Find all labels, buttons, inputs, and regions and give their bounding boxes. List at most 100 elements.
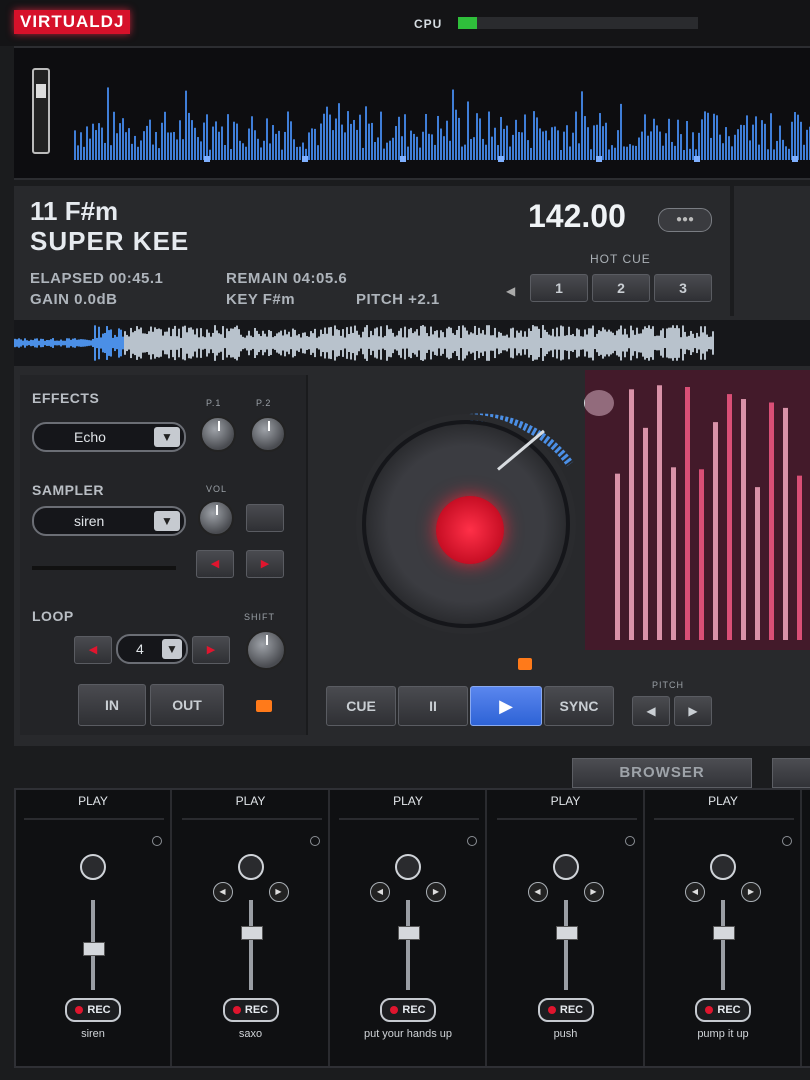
overview-slider-knob[interactable] bbox=[36, 84, 46, 98]
power-icon[interactable] bbox=[552, 854, 579, 880]
play-button[interactable]: ▶ bbox=[470, 686, 542, 726]
effect-param1-knob[interactable] bbox=[200, 416, 236, 452]
overview-wave-bar bbox=[311, 128, 313, 160]
slot-prev-icon[interactable]: ◀ bbox=[370, 882, 390, 902]
hot-cue-1-button[interactable]: 1 bbox=[530, 274, 588, 302]
track-wave-bar bbox=[108, 330, 110, 356]
slot-prev-icon[interactable]: ◀ bbox=[527, 882, 548, 902]
track-wave-bar bbox=[558, 336, 560, 350]
loop-double-button[interactable]: ▶ bbox=[192, 636, 230, 664]
bpm-tap-button[interactable]: ●●● bbox=[658, 208, 712, 232]
power-icon[interactable] bbox=[710, 854, 736, 880]
overview-wave-bar bbox=[506, 125, 508, 160]
lock-icon[interactable] bbox=[256, 700, 272, 712]
overview-wave-bar bbox=[686, 121, 688, 160]
slot-rec-button[interactable]: REC bbox=[695, 998, 751, 1022]
jog-center-platter[interactable] bbox=[436, 496, 504, 564]
hot-cue-prev-icon[interactable]: ◀ bbox=[506, 284, 515, 298]
track-wave-bar bbox=[244, 337, 246, 349]
overview-volume-slider[interactable] bbox=[32, 68, 50, 154]
overview-wave-bar bbox=[677, 119, 679, 160]
lock-icon[interactable] bbox=[518, 658, 532, 670]
track-wave-bar bbox=[324, 327, 326, 359]
overview-wave-bar bbox=[116, 133, 118, 160]
track-wave-bar bbox=[480, 333, 482, 353]
slot-options-icon[interactable] bbox=[624, 836, 635, 846]
slot-next-icon[interactable]: ▶ bbox=[426, 882, 446, 902]
sync-button[interactable]: SYNC bbox=[544, 686, 614, 726]
slot-next-icon[interactable]: ▶ bbox=[268, 882, 289, 902]
browser-button[interactable]: BROWSER bbox=[572, 758, 752, 788]
slot-play-button[interactable]: PLAY bbox=[331, 794, 485, 808]
overview-wave-bar bbox=[461, 146, 463, 160]
slot-prev-icon[interactable]: ◀ bbox=[212, 882, 233, 902]
overview-beat-marker bbox=[302, 156, 308, 162]
pitch-bend-down-button[interactable]: ◀ bbox=[632, 696, 670, 726]
overview-wave-bar bbox=[278, 130, 280, 160]
effect-param2-knob[interactable] bbox=[250, 416, 286, 452]
track-wave-bar bbox=[216, 330, 218, 356]
pitch-bend-up-button[interactable]: ▶ bbox=[674, 696, 712, 726]
overview-waveform[interactable] bbox=[74, 78, 810, 178]
track-wave-bar bbox=[656, 335, 658, 351]
track-wave-bar bbox=[200, 328, 202, 358]
hot-cue-2-button[interactable]: 2 bbox=[592, 274, 650, 302]
slot-volume-rail bbox=[406, 900, 410, 990]
sampler-next-button[interactable]: ▶ bbox=[246, 550, 284, 578]
slot-play-button[interactable]: PLAY bbox=[16, 794, 170, 808]
view-toggle-button[interactable] bbox=[772, 758, 810, 788]
effect-select[interactable]: Echo ▼ bbox=[32, 422, 186, 452]
cue-button[interactable]: CUE bbox=[326, 686, 396, 726]
visualizer-bar bbox=[629, 389, 634, 640]
loop-out-button[interactable]: OUT bbox=[150, 684, 224, 726]
hot-cue-3-button[interactable]: 3 bbox=[654, 274, 712, 302]
loop-length-select[interactable]: 4 ▼ bbox=[116, 634, 188, 664]
slot-options-icon[interactable] bbox=[152, 836, 162, 846]
slot-play-button[interactable]: PLAY bbox=[646, 794, 800, 808]
loop-in-button[interactable]: IN bbox=[78, 684, 146, 726]
slot-rec-button[interactable]: REC bbox=[537, 998, 594, 1022]
overview-waveform-panel[interactable] bbox=[14, 46, 810, 180]
slot-options-icon[interactable] bbox=[309, 836, 320, 846]
slot-volume-fader[interactable] bbox=[398, 926, 420, 940]
overview-wave-bar bbox=[86, 126, 88, 160]
sampler-mode-button[interactable] bbox=[246, 504, 284, 532]
track-wave-bar bbox=[22, 340, 24, 346]
track-wave-bar bbox=[56, 340, 58, 346]
track-waveform[interactable] bbox=[14, 320, 810, 366]
power-icon[interactable] bbox=[80, 854, 106, 880]
overview-wave-bar bbox=[122, 118, 124, 160]
sampler-prev-button[interactable]: ◀ bbox=[196, 550, 234, 578]
slot-prev-icon[interactable]: ◀ bbox=[685, 882, 705, 902]
slot-next-icon[interactable]: ▶ bbox=[583, 882, 604, 902]
slot-rec-button[interactable]: REC bbox=[222, 998, 279, 1022]
slot-options-icon[interactable] bbox=[467, 836, 477, 846]
slot-volume-fader[interactable] bbox=[83, 942, 105, 956]
track-wave-bar bbox=[188, 327, 190, 359]
slot-play-button[interactable]: PLAY bbox=[489, 794, 643, 808]
slot-rec-button[interactable]: REC bbox=[65, 998, 121, 1022]
track-wave-bar bbox=[642, 329, 644, 357]
slot-next-icon[interactable]: ▶ bbox=[741, 882, 761, 902]
slot-volume-fader[interactable] bbox=[240, 926, 263, 940]
loop-shift-knob[interactable] bbox=[246, 630, 286, 670]
track-wave-bar bbox=[576, 328, 578, 358]
loop-halve-button[interactable]: ◀ bbox=[74, 636, 112, 664]
slot-volume-fader[interactable] bbox=[713, 926, 735, 940]
overview-wave-bar bbox=[83, 146, 85, 160]
sampler-select[interactable]: siren ▼ bbox=[32, 506, 186, 536]
loop-label: LOOP bbox=[32, 608, 74, 624]
pause-button[interactable]: II bbox=[398, 686, 468, 726]
slot-volume-fader[interactable] bbox=[555, 926, 578, 940]
track-wave-bar bbox=[356, 330, 358, 356]
power-icon[interactable] bbox=[237, 854, 264, 880]
overview-wave-bar bbox=[143, 131, 145, 160]
slot-play-button[interactable]: PLAY bbox=[174, 794, 328, 808]
power-icon[interactable] bbox=[395, 854, 421, 880]
track-wave-bar bbox=[668, 327, 670, 359]
slot-options-icon[interactable] bbox=[782, 836, 792, 846]
sampler-volume-knob[interactable] bbox=[198, 500, 234, 536]
slot-rec-button[interactable]: REC bbox=[380, 998, 436, 1022]
slot-volume-rail bbox=[563, 900, 568, 990]
overview-wave-bar bbox=[89, 138, 91, 160]
